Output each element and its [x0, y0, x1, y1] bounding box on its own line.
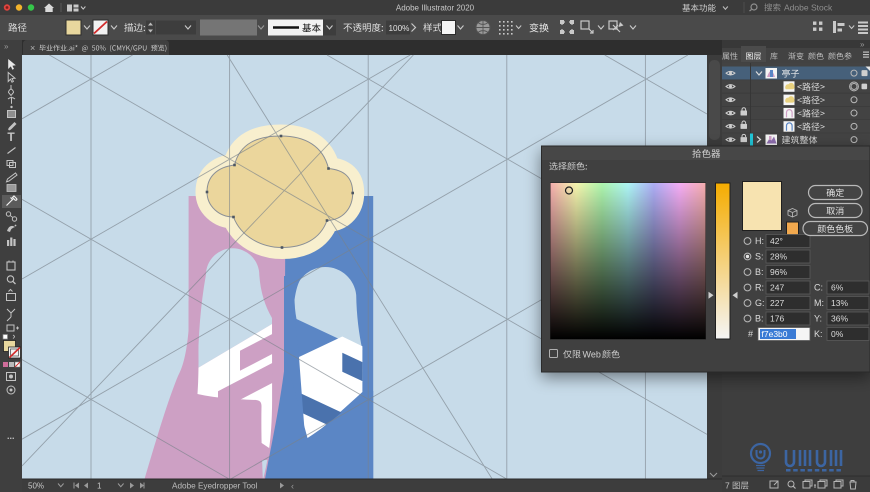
svg-text:R:: R: — [755, 283, 764, 293]
svg-text:28%: 28% — [770, 252, 787, 262]
svg-text:247: 247 — [770, 283, 784, 293]
svg-text:6%: 6% — [831, 283, 844, 293]
svg-text:0%: 0% — [831, 329, 844, 339]
svg-text:‹: ‹ — [291, 481, 294, 491]
svg-text:H:: H: — [755, 236, 764, 246]
svg-text:B:: B: — [755, 314, 764, 324]
svg-text:176: 176 — [770, 314, 784, 324]
svg-text:227: 227 — [770, 298, 784, 308]
svg-text:T: T — [7, 130, 15, 144]
svg-text:M:: M: — [814, 298, 824, 308]
svg-text:50%: 50% — [28, 482, 44, 491]
svg-text:7: 7 — [725, 481, 730, 491]
svg-text:Adobe Stock: Adobe Stock — [784, 3, 833, 13]
svg-text:100%: 100% — [389, 24, 410, 33]
svg-text:#: # — [748, 329, 753, 339]
svg-text:42°: 42° — [770, 236, 783, 246]
svg-text:K:: K: — [814, 329, 823, 339]
svg-text:G:: G: — [755, 298, 765, 308]
svg-text:Adobe Illustrator 2020: Adobe Illustrator 2020 — [396, 4, 475, 13]
svg-text:1: 1 — [97, 482, 102, 491]
svg-text:96%: 96% — [770, 267, 787, 277]
svg-text:×: × — [30, 43, 35, 53]
svg-text:Y:: Y: — [814, 314, 822, 324]
svg-text:36%: 36% — [831, 314, 848, 324]
svg-text:f7e3b0: f7e3b0 — [762, 329, 788, 339]
svg-text:S:: S: — [755, 252, 764, 262]
svg-text:»: » — [4, 42, 9, 51]
svg-text:...: ... — [7, 431, 15, 441]
svg-text:13%: 13% — [831, 298, 848, 308]
svg-text:C:: C: — [814, 283, 823, 293]
svg-text:»: » — [860, 40, 865, 49]
svg-text:B:: B: — [755, 267, 764, 277]
svg-text:Adobe Eyedropper Tool: Adobe Eyedropper Tool — [172, 482, 258, 491]
svg-text:Web: Web — [583, 350, 601, 360]
